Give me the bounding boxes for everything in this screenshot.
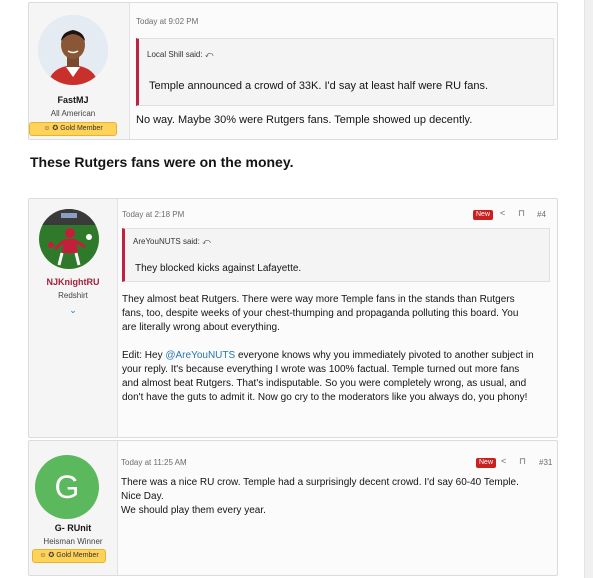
page-scroll-edge — [584, 0, 593, 578]
post-g-runit: G G- RUnit Heisman Winner ☺ ✪ Gold Membe… — [28, 440, 558, 576]
member-badge: ☺ ✪ Gold Member — [29, 122, 117, 136]
post-fastmj: FastMJ All American ☺ ✪ Gold Member Toda… — [28, 2, 558, 140]
message-line: Nice Day. — [121, 491, 164, 502]
message-line: Edit: Hey @AreYouNUTS everyone knows why… — [122, 349, 557, 363]
user-mention-link[interactable]: @AreYouNUTS — [165, 350, 235, 361]
avatar[interactable] — [39, 209, 99, 269]
bookmark-icon[interactable]: ⊓ — [518, 208, 525, 219]
member-badge-label: Gold Member — [60, 125, 103, 132]
message-line: There was a nice RU crow. Temple had a s… — [121, 477, 519, 488]
username[interactable]: NJKnightRU — [29, 277, 117, 287]
user-photo-icon — [38, 15, 108, 85]
chevron-down-icon[interactable]: ⌄ — [29, 305, 117, 316]
quote-author: Local Shill said: — [147, 50, 203, 59]
jump-to-quote-icon[interactable]: ⤺ — [205, 50, 214, 59]
post-njknightru: NJKnightRU Redshirt ⌄ Today at 2:18 PM N… — [28, 198, 558, 438]
message-text: Edit: Hey — [122, 350, 166, 361]
post-message-paragraph-2: Edit: Hey @AreYouNUTS everyone knows why… — [122, 349, 557, 405]
post-message: There was a nice RU crow. Temple had a s… — [121, 476, 557, 518]
message-line: are literally wrong about everything. — [122, 322, 280, 333]
quote-block: Local Shill said: ⤺ Temple announced a c… — [136, 38, 554, 106]
post-body: Today at 9:02 PM Local Shill said: ⤺ Tem… — [129, 3, 557, 139]
new-badge: New — [473, 210, 494, 220]
message-text: everyone knows why you immediately pivot… — [235, 350, 534, 361]
user-title: Redshirt — [58, 291, 88, 300]
post-date[interactable]: Today at 2:18 PM — [122, 210, 184, 219]
member-badge-label: Gold Member — [56, 552, 99, 559]
user-title: Heisman Winner — [43, 537, 103, 546]
post-date[interactable]: Today at 11:25 AM — [121, 458, 187, 467]
quote-text: Temple announced a crowd of 33K. I'd say… — [149, 80, 489, 92]
post-user-cell: FastMJ All American ☺ ✪ Gold Member — [29, 3, 130, 139]
member-badge: ☺ ✪ Gold Member — [32, 549, 106, 563]
post-body: Today at 2:18 PM New < ⊓ #4 AreYouNUTS s… — [117, 199, 557, 437]
football-player-photo-icon — [39, 209, 99, 269]
message-line: don't have the guts to admit it. Now go … — [122, 392, 528, 403]
message-line: fans, too, despite weeks of your chest-t… — [122, 308, 519, 319]
quote-header[interactable]: AreYouNUTS said: ⤺ — [133, 237, 211, 247]
share-icon[interactable]: < — [500, 208, 505, 218]
username[interactable]: FastMJ — [29, 95, 117, 105]
quote-header[interactable]: Local Shill said: ⤺ — [147, 50, 213, 60]
quote-block: AreYouNUTS said: ⤺ They blocked kicks ag… — [122, 228, 550, 282]
thread-caption: These Rutgers fans were on the money. — [30, 154, 294, 170]
message-line: and almost beat Rutgers. That's indisput… — [122, 378, 527, 389]
post-number[interactable]: #4 — [537, 210, 546, 219]
quote-author: AreYouNUTS said: — [133, 237, 200, 246]
message-line: We should play them every year. — [121, 505, 266, 516]
user-title: All American — [50, 109, 96, 118]
post-message: No way. Maybe 30% were Rutgers fans. Tem… — [136, 114, 473, 126]
jump-to-quote-icon[interactable]: ⤺ — [202, 237, 211, 246]
gold-star-icon: ☺ ✪ — [43, 125, 59, 132]
avatar[interactable] — [38, 15, 108, 85]
message-line: your reply. It's because everything I wr… — [122, 364, 520, 375]
bookmark-icon[interactable]: ⊓ — [519, 456, 526, 467]
post-user-cell: NJKnightRU Redshirt ⌄ — [29, 199, 118, 437]
post-user-cell: G G- RUnit Heisman Winner ☺ ✪ Gold Membe… — [29, 441, 118, 575]
post-body: Today at 11:25 AM New < ⊓ #31 There was … — [117, 441, 557, 575]
post-message-paragraph-1: They almost beat Rutgers. There were way… — [122, 293, 552, 335]
gold-star-icon: ☺ ✪ — [39, 552, 55, 559]
post-date[interactable]: Today at 9:02 PM — [136, 17, 198, 26]
message-line: They almost beat Rutgers. There were way… — [122, 294, 515, 305]
username[interactable]: G- RUnit — [29, 523, 117, 533]
share-icon[interactable]: < — [501, 456, 506, 466]
new-badge: New — [476, 458, 497, 468]
post-number[interactable]: #31 — [539, 458, 552, 467]
quote-text: They blocked kicks against Lafayette. — [135, 263, 302, 274]
avatar-letter: G — [54, 469, 80, 505]
avatar[interactable]: G — [35, 455, 99, 519]
